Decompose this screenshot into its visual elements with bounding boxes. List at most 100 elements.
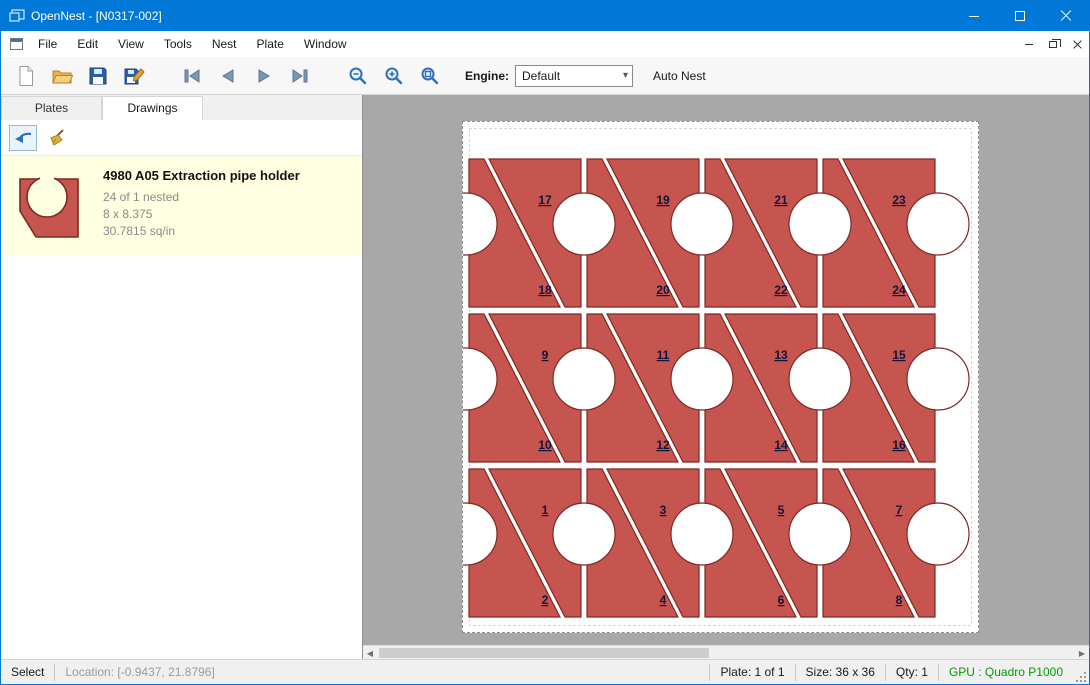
save-edit-icon (123, 65, 145, 87)
tab-drawings[interactable]: Drawings (102, 96, 203, 120)
status-location: Location: [-0.9437, 21.8796] (55, 665, 224, 679)
svg-text:22: 22 (774, 283, 788, 297)
save-button[interactable] (83, 61, 113, 91)
mdi-close-button[interactable] (1065, 33, 1089, 55)
drawing-title: 4980 A05 Extraction pipe holder (103, 168, 300, 183)
svg-text:13: 13 (774, 348, 788, 362)
svg-text:15: 15 (892, 348, 906, 362)
mdi-close-icon (1073, 40, 1082, 49)
status-plate: Plate: 1 of 1 (710, 665, 794, 679)
menu-item-plate[interactable]: Plate (247, 32, 294, 56)
svg-text:16: 16 (892, 438, 906, 452)
send-to-nest-button[interactable] (9, 125, 37, 151)
drawing-info: 4980 A05 Extraction pipe holder 24 of 1 … (103, 166, 300, 246)
svg-text:19: 19 (656, 193, 670, 207)
minimize-button[interactable] (951, 1, 997, 31)
zoom-in-icon (384, 66, 404, 86)
document-icon (9, 37, 24, 51)
open-button[interactable] (47, 61, 77, 91)
menu-item-window[interactable]: Window (294, 32, 357, 56)
nav-last-button[interactable] (285, 61, 315, 91)
mdi-restore-button[interactable] (1041, 33, 1065, 55)
nav-next-icon (254, 68, 274, 84)
close-button[interactable] (1043, 1, 1089, 31)
app-window: OpenNest - [N0317-002] File Edit View To… (0, 0, 1090, 685)
horizontal-scrollbar[interactable]: ◀ ▶ (363, 645, 1089, 659)
maximize-icon (1015, 11, 1025, 21)
svg-text:12: 12 (656, 438, 670, 452)
app-icon (9, 9, 25, 23)
status-size: Size: 36 x 36 (796, 665, 885, 679)
minimize-icon (969, 16, 979, 17)
menu-item-tools[interactable]: Tools (154, 32, 202, 56)
save-edit-button[interactable] (119, 61, 149, 91)
nav-first-icon (181, 68, 203, 84)
zoom-fit-button[interactable] (415, 61, 445, 91)
clean-button[interactable] (43, 125, 71, 151)
svg-text:5: 5 (778, 503, 785, 517)
svg-text:10: 10 (538, 438, 552, 452)
drawing-size: 8 x 8.375 (103, 206, 300, 223)
svg-text:14: 14 (774, 438, 788, 452)
open-folder-icon (51, 66, 73, 86)
left-panel: Plates Drawings (1, 95, 363, 659)
resize-grip[interactable] (1073, 660, 1089, 685)
menu-item-edit[interactable]: Edit (67, 32, 108, 56)
zoom-out-button[interactable] (343, 61, 373, 91)
svg-text:24: 24 (892, 283, 906, 297)
new-file-icon (16, 65, 36, 87)
nested-parts[interactable]: 171819202122232491011121314151612345678 (463, 122, 978, 632)
status-mode: Select (1, 665, 54, 679)
nav-next-button[interactable] (249, 61, 279, 91)
svg-text:21: 21 (774, 193, 788, 207)
svg-text:9: 9 (542, 348, 549, 362)
zoom-out-icon (348, 66, 368, 86)
scrollbar-thumb[interactable] (379, 648, 709, 658)
zoom-fit-icon (420, 66, 440, 86)
auto-nest-button[interactable]: Auto Nest (653, 69, 706, 83)
title-bar: OpenNest - [N0317-002] (1, 1, 1089, 31)
menu-item-nest[interactable]: Nest (202, 32, 247, 56)
svg-text:7: 7 (896, 503, 903, 517)
menu-item-view[interactable]: View (108, 32, 154, 56)
scroll-left-icon[interactable]: ◀ (363, 647, 377, 659)
new-button[interactable] (11, 61, 41, 91)
mdi-minimize-button[interactable] (1017, 33, 1041, 55)
svg-text:1: 1 (542, 503, 549, 517)
menu-item-file[interactable]: File (28, 32, 67, 56)
svg-text:6: 6 (778, 593, 785, 607)
svg-text:23: 23 (892, 193, 906, 207)
svg-text:11: 11 (657, 348, 670, 362)
zoom-in-button[interactable] (379, 61, 409, 91)
engine-dropdown[interactable]: Default ▾ (515, 65, 633, 87)
tab-plates[interactable]: Plates (1, 96, 102, 120)
window-title: OpenNest - [N0317-002] (31, 9, 162, 23)
menu-bar: File Edit View Tools Nest Plate Window (1, 31, 1089, 57)
clean-broom-icon (47, 128, 67, 148)
drawing-nested-count: 24 of 1 nested (103, 189, 300, 206)
drawings-list: 4980 A05 Extraction pipe holder 24 of 1 … (1, 156, 362, 659)
svg-text:20: 20 (656, 283, 670, 297)
scroll-right-icon[interactable]: ▶ (1075, 647, 1089, 659)
main-area: Plates Drawings (1, 95, 1089, 659)
back-arrow-icon (13, 130, 33, 146)
panel-tabs: Plates Drawings (1, 95, 362, 120)
svg-text:3: 3 (660, 503, 667, 517)
drawing-area: 30.7815 sq/in (103, 223, 300, 240)
maximize-button[interactable] (997, 1, 1043, 31)
drawings-toolbar (1, 120, 362, 156)
main-toolbar: Engine: Default ▾ Auto Nest (1, 57, 1089, 95)
nav-first-button[interactable] (177, 61, 207, 91)
nest-plate: 171819202122232491011121314151612345678 (462, 121, 979, 633)
status-qty: Qty: 1 (886, 665, 938, 679)
nav-prev-button[interactable] (213, 61, 243, 91)
nest-canvas[interactable]: 171819202122232491011121314151612345678 … (363, 95, 1089, 659)
mdi-restore-icon (1049, 41, 1057, 48)
part-thumbnail (9, 166, 89, 246)
mdi-minimize-icon (1025, 44, 1033, 45)
svg-text:17: 17 (538, 193, 552, 207)
engine-label: Engine: (465, 69, 509, 83)
svg-text:18: 18 (538, 283, 552, 297)
nav-prev-icon (218, 68, 238, 84)
drawing-list-item[interactable]: 4980 A05 Extraction pipe holder 24 of 1 … (1, 156, 362, 256)
